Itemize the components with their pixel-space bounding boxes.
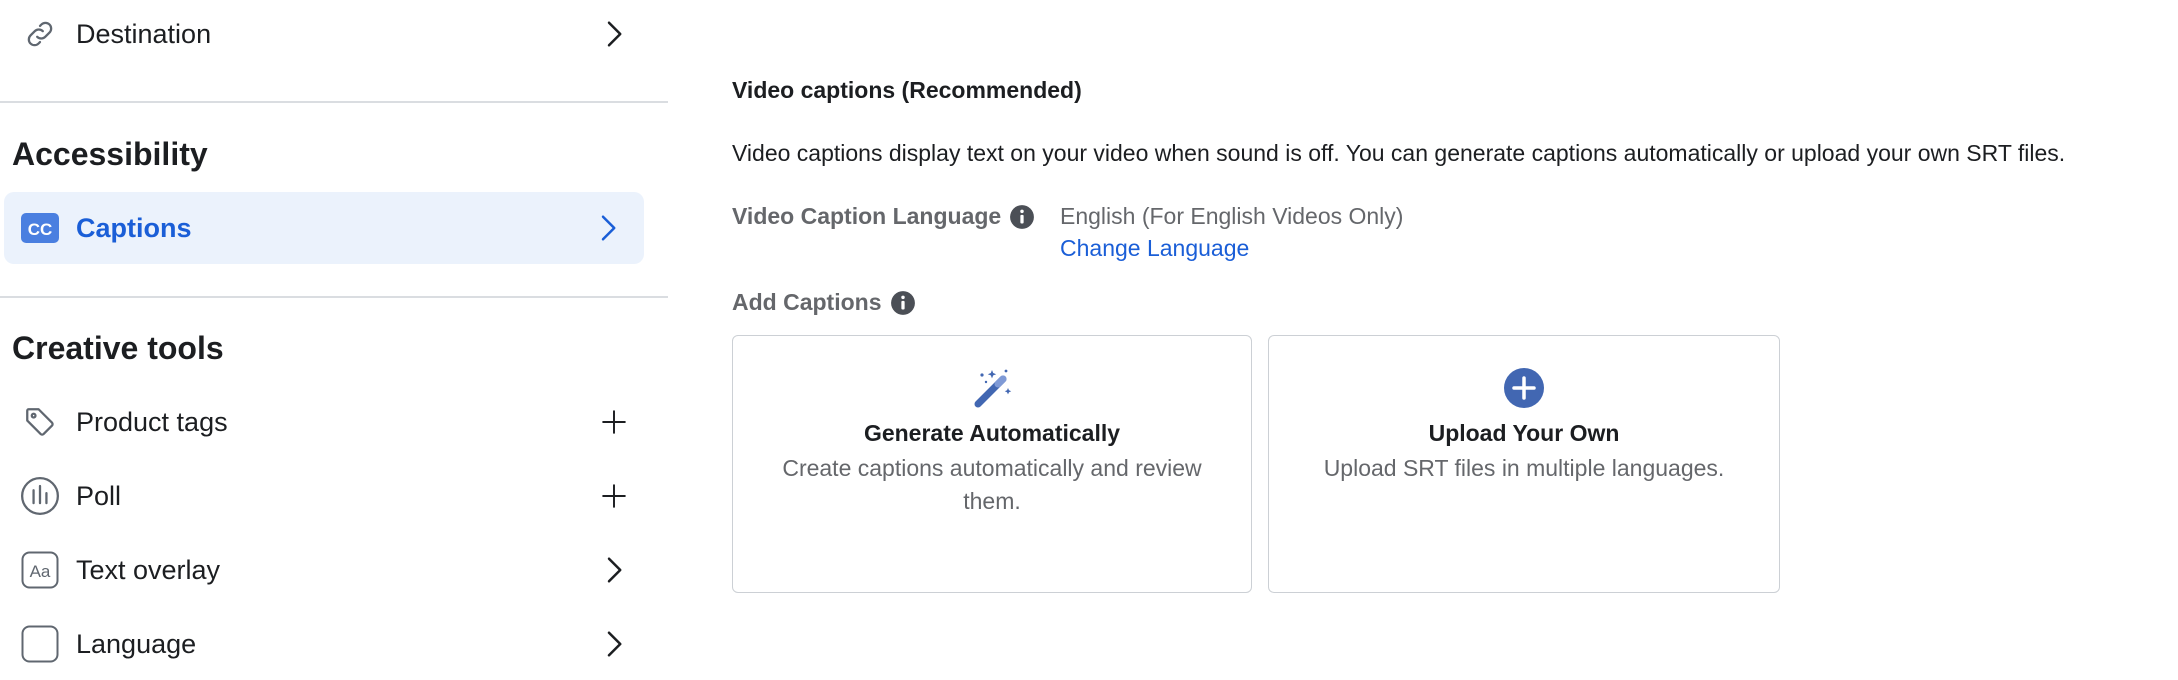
text-aa-icon: Aa [20, 550, 60, 590]
section-title-accessibility: Accessibility [12, 136, 208, 172]
sidebar-item-label: Text overlay [76, 554, 221, 585]
cc-icon: CC [20, 208, 60, 248]
svg-text:Aa: Aa [30, 562, 51, 581]
chevron-right-icon [596, 626, 632, 662]
plus-icon[interactable] [596, 478, 632, 514]
generate-automatically-card[interactable]: Generate Automatically Create captions a… [732, 335, 1252, 593]
image-icon [20, 624, 60, 664]
link-icon [20, 14, 60, 54]
sidebar-item-label: Language [76, 628, 197, 659]
upload-your-own-card[interactable]: Upload Your Own Upload SRT files in mult… [1268, 335, 1780, 593]
description-text: Video captions display text on your vide… [732, 140, 2066, 166]
sidebar-item-label: Destination [76, 18, 212, 49]
section-title-creative-tools: Creative tools [12, 330, 224, 366]
chevron-right-icon [596, 552, 632, 588]
sidebar-item-label: Captions [76, 212, 192, 243]
sidebar-item-text-overlay[interactable]: Aa Text overlay [0, 534, 668, 606]
sidebar-item-captions[interactable]: CC Captions [4, 192, 644, 264]
chevron-right-icon [590, 210, 626, 246]
info-icon[interactable] [1009, 204, 1035, 230]
captions-panel: Video captions (Recommended) Video capti… [732, 0, 2162, 638]
caption-language-label-text: Video Caption Language [732, 203, 1002, 229]
card-title: Generate Automatically [863, 420, 1121, 446]
magic-wand-icon [970, 366, 1014, 410]
divider [0, 296, 668, 298]
sidebar-item-poll[interactable]: Poll [0, 460, 668, 532]
caption-language-label: Video Caption Language [732, 203, 1035, 230]
chevron-right-icon [596, 16, 632, 52]
poll-icon [20, 476, 60, 516]
sidebar-item-label: Poll [76, 480, 122, 511]
plus-icon[interactable] [596, 404, 632, 440]
plus-circle-icon [1502, 366, 1546, 410]
info-icon[interactable] [890, 290, 916, 316]
sidebar: Destination Accessibility CC Captions Cr… [0, 0, 668, 663]
divider [0, 101, 668, 103]
caption-language-value: English (For English Videos Only) [1060, 203, 1404, 229]
sidebar-item-product-tags[interactable]: Product tags [0, 386, 668, 458]
sidebar-item-destination[interactable]: Destination [0, 0, 668, 70]
svg-text:CC: CC [28, 220, 53, 239]
card-description: Upload SRT files in multiple languages. [1323, 455, 1725, 481]
add-captions-label-text: Add Captions [732, 289, 882, 315]
sidebar-item-label: Product tags [76, 406, 228, 437]
sidebar-item-language[interactable]: Language [0, 608, 668, 680]
tag-icon [20, 402, 60, 442]
change-language-link[interactable]: Change Language [1060, 235, 1249, 262]
card-description: Create captions automatically and review… [782, 455, 1202, 514]
section-heading: Video captions (Recommended) [732, 77, 1082, 103]
add-captions-label: Add Captions [732, 289, 916, 316]
card-title: Upload Your Own [1428, 420, 1620, 446]
